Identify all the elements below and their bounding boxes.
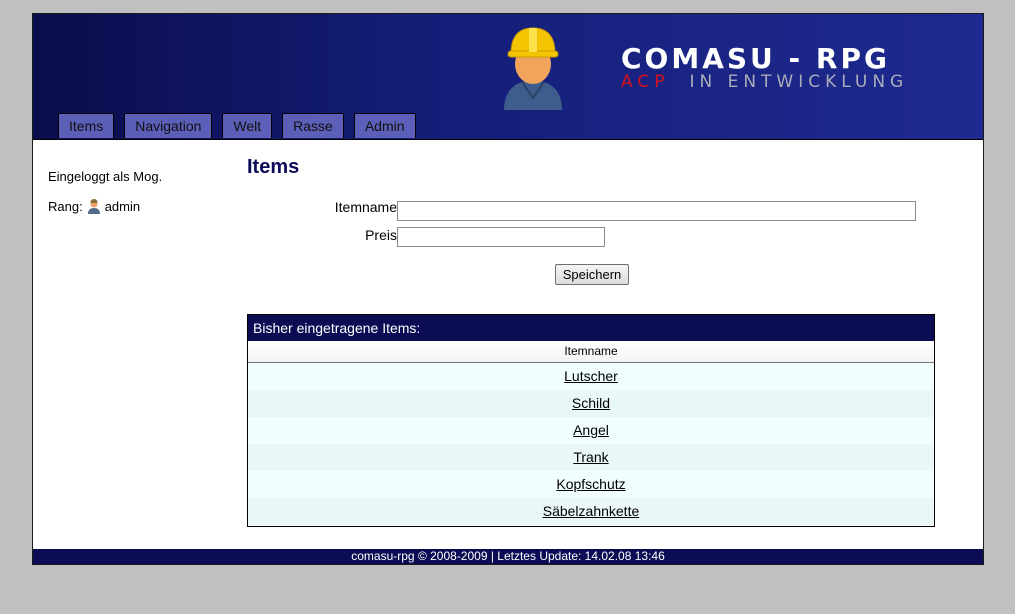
item-link[interactable]: Kopfschutz xyxy=(556,476,625,492)
column-header-itemname: Itemname xyxy=(248,341,934,363)
itemname-row: Itemname xyxy=(247,199,937,227)
item-link[interactable]: Trank xyxy=(573,449,608,465)
preis-row: Preis xyxy=(247,227,937,255)
save-button[interactable]: Speichern xyxy=(554,264,630,285)
login-status: Eingeloggt als Mog. xyxy=(48,169,163,184)
tab-welt[interactable]: Welt xyxy=(222,113,273,138)
item-link[interactable]: Säbelzahnkette xyxy=(543,503,640,519)
table-row: Schild xyxy=(248,390,934,417)
table-row: Säbelzahnkette xyxy=(248,498,934,525)
itemname-label: Itemname xyxy=(334,199,397,215)
tab-navigation[interactable]: Navigation xyxy=(124,113,213,138)
main-content: Items Itemname Preis Speichern Bisher ei… xyxy=(247,156,937,527)
tab-rasse[interactable]: Rasse xyxy=(282,113,344,138)
items-list: Lutscher Schild Angel Trank Kopfschutz S… xyxy=(248,363,934,525)
rank-row: Rang: admin xyxy=(48,198,228,214)
logo-title: comasu - rpg xyxy=(621,42,890,75)
rank-label: Rang: xyxy=(48,198,83,214)
main-nav: Items Navigation Welt Rasse Admin xyxy=(58,113,416,138)
preis-label: Preis xyxy=(365,227,397,243)
item-link[interactable]: Angel xyxy=(573,422,609,438)
itemname-input[interactable] xyxy=(397,201,916,221)
table-row: Lutscher xyxy=(248,363,934,390)
logo-dev-text: in Entwicklung xyxy=(689,72,909,92)
sidebar: Eingeloggt als Mog. Rang: admin xyxy=(48,169,228,214)
logo-subtitle: ACP in Entwicklung xyxy=(621,72,908,92)
table-row: Kopfschutz xyxy=(248,471,934,498)
header-banner: comasu - rpg ACP in Entwicklung Items Nav… xyxy=(33,14,983,140)
construction-worker-mascot-icon xyxy=(504,27,562,110)
tab-items[interactable]: Items xyxy=(58,113,115,138)
preis-input[interactable] xyxy=(397,227,605,247)
table-row: Trank xyxy=(248,444,934,471)
rank-value: admin xyxy=(104,198,141,214)
items-table-heading: Bisher eingetragene Items: xyxy=(248,315,934,341)
tab-admin[interactable]: Admin xyxy=(353,113,416,138)
admin-user-icon xyxy=(87,199,100,214)
item-link[interactable]: Lutscher xyxy=(564,368,618,384)
page-title: Items xyxy=(247,156,300,178)
logo-acp-text: ACP xyxy=(621,72,670,92)
page-frame: comasu - rpg ACP in Entwicklung Items Nav… xyxy=(32,13,984,565)
items-table: Bisher eingetragene Items: Itemname Luts… xyxy=(247,314,935,527)
item-link[interactable]: Schild xyxy=(572,395,610,411)
save-row: Speichern xyxy=(247,264,937,286)
table-row: Angel xyxy=(248,417,934,444)
footer: comasu-rpg © 2008-2009 | Letztes Update:… xyxy=(33,549,983,564)
